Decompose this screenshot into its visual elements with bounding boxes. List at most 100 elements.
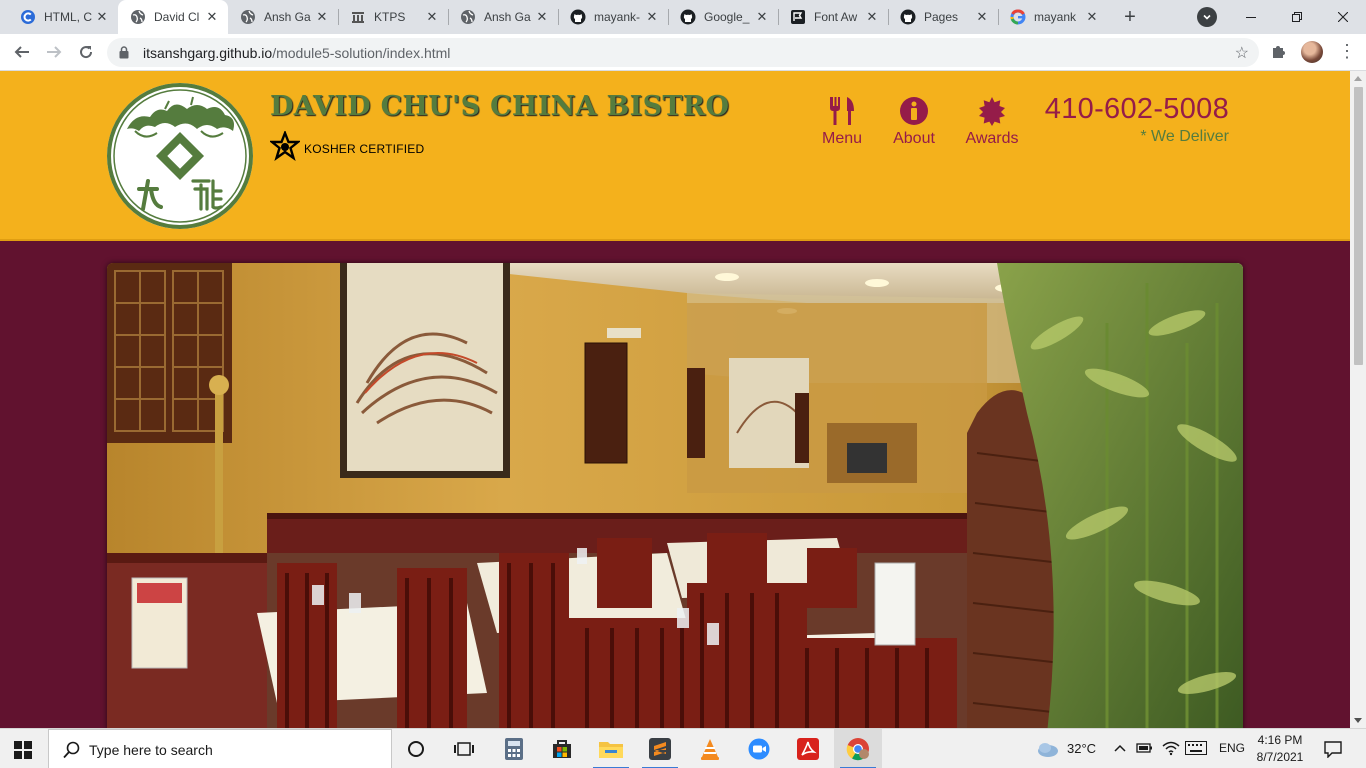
close-icon[interactable]: ✕ [864,9,880,25]
weather-temperature[interactable]: 32°C [1067,741,1096,756]
brand-name[interactable]: DAVID CHU'S CHINA BISTRO [270,91,729,122]
nav-menu-label: Menu [821,130,863,147]
restore-icon[interactable] [1274,0,1320,34]
battery-icon[interactable] [1136,741,1154,760]
tab-title: mayank- [594,10,641,24]
tab-search-icon[interactable] [1197,7,1217,27]
restaurant-logo[interactable] [105,81,255,231]
star-of-david-icon [268,129,302,166]
flag-icon [790,9,806,25]
kosher-label: KOSHER CERTIFIED [304,141,425,156]
c-icon [20,9,36,25]
back-icon[interactable] [10,40,34,64]
weather-cloud-icon[interactable] [1036,740,1060,763]
ktps-icon [350,9,366,25]
github-icon [680,9,696,25]
address-bar[interactable]: itsanshgarg.github.io/module5-solution/i… [107,38,1259,67]
new-tab-button[interactable]: + [1118,5,1142,29]
globe-icon [240,9,256,25]
acrobat-reader-icon[interactable] [784,729,832,768]
tab-title: Ansh Ga [264,10,311,24]
close-icon[interactable]: ✕ [974,9,990,25]
browser-tab[interactable]: mayank ✕ [998,0,1108,34]
browser-tab-active[interactable]: David Cl ✕ [118,0,228,34]
bookmark-star-icon[interactable]: ☆ [1235,43,1249,63]
vlc-icon[interactable] [686,729,734,768]
more-menu-icon[interactable]: ⋮ [1338,42,1356,60]
info-icon [889,96,939,126]
windows-taskbar: Type here to search 32°C ENG 4:16 PM 8/7… [0,728,1366,768]
browser-tab[interactable]: Ansh Ga ✕ [448,0,558,34]
nav-awards-label: Awards [965,130,1019,147]
delivery-note: * We Deliver [1140,128,1229,145]
cortana-icon[interactable] [392,729,440,768]
system-clock[interactable]: 4:16 PM 8/7/2021 [1250,732,1310,766]
clock-time: 4:16 PM [1257,733,1303,747]
nav-about-label: About [893,130,935,147]
microsoft-store-icon[interactable] [538,729,586,768]
page-scrollbar[interactable] [1350,71,1366,728]
globe-icon [130,9,146,25]
close-icon[interactable]: ✕ [754,9,770,25]
nav-menu-link[interactable]: Menu [819,96,865,148]
browser-tab[interactable]: Font Aw ✕ [778,0,888,34]
forward-icon[interactable] [42,40,66,64]
restaurant-interior-photo [107,263,1243,728]
browser-tab[interactable]: Ansh Ga ✕ [228,0,338,34]
tab-title: Ansh Ga [484,10,531,24]
browser-tab[interactable]: KTPS ✕ [338,0,448,34]
browser-tab[interactable]: HTML, C ✕ [8,0,118,34]
nav-about-link[interactable]: About [889,96,939,148]
browser-tab[interactable]: Google_ ✕ [668,0,778,34]
file-explorer-icon[interactable] [587,729,635,768]
scrollbar-thumb[interactable] [1354,87,1363,365]
extensions-puzzle-icon[interactable] [1270,42,1288,65]
profile-avatar[interactable] [1301,41,1323,63]
task-view-icon[interactable] [440,729,488,768]
phone-number-link[interactable]: 410-602-5008 [1045,93,1229,126]
certificate-icon [963,96,1021,126]
tab-title: Pages [924,10,959,24]
sublime-text-icon[interactable] [636,729,684,768]
close-icon[interactable]: ✕ [314,9,330,25]
tab-title: Google_ [704,10,750,24]
close-window-icon[interactable] [1320,0,1366,34]
tab-title: David Cl [154,10,200,24]
reload-icon[interactable] [74,40,98,64]
windows-start-icon[interactable] [14,741,32,764]
close-icon[interactable]: ✕ [204,9,220,25]
browser-tab[interactable]: mayank- ✕ [558,0,668,34]
close-icon[interactable]: ✕ [534,9,550,25]
wifi-icon[interactable] [1162,740,1180,761]
minimize-icon[interactable] [1228,0,1274,34]
url-text[interactable]: itsanshgarg.github.io/module5-solution/i… [143,45,450,61]
zoom-icon[interactable] [735,729,783,768]
taskbar-search-box[interactable]: Type here to search [48,729,392,768]
tab-strip: HTML, C ✕ David Cl ✕ Ansh Ga ✕ KTPS ✕ An… [0,0,1366,34]
scroll-down-arrow-icon[interactable] [1354,718,1362,723]
nav-awards-link[interactable]: Awards [963,96,1021,148]
chevron-up-icon[interactable] [1113,741,1127,760]
url-host: itsanshgarg.github.io [143,45,273,61]
close-icon[interactable]: ✕ [94,9,110,25]
language-indicator[interactable]: ENG [1219,741,1245,755]
cutlery-icon [819,96,865,126]
close-icon[interactable]: ✕ [424,9,440,25]
kosher-certification: KOSHER CERTIFIED [268,129,425,166]
google-icon [1010,9,1026,25]
scroll-up-arrow-icon[interactable] [1354,76,1362,81]
calculator-icon[interactable] [490,729,538,768]
chrome-icon[interactable] [834,729,882,768]
lock-icon[interactable] [119,46,129,64]
page-viewport: DAVID CHU'S CHINA BISTRO KOSHER CERTIFIE… [0,71,1350,728]
github-icon [900,9,916,25]
notifications-icon[interactable] [1324,740,1342,763]
tab-title: mayank [1034,10,1077,24]
keyboard-icon[interactable] [1185,741,1207,760]
close-icon[interactable]: ✕ [1084,9,1100,25]
browser-tab[interactable]: Pages ✕ [888,0,998,34]
globe-icon [460,9,476,25]
clock-date: 8/7/2021 [1256,750,1304,764]
close-icon[interactable]: ✕ [644,9,660,25]
tab-title: KTPS [374,10,406,24]
